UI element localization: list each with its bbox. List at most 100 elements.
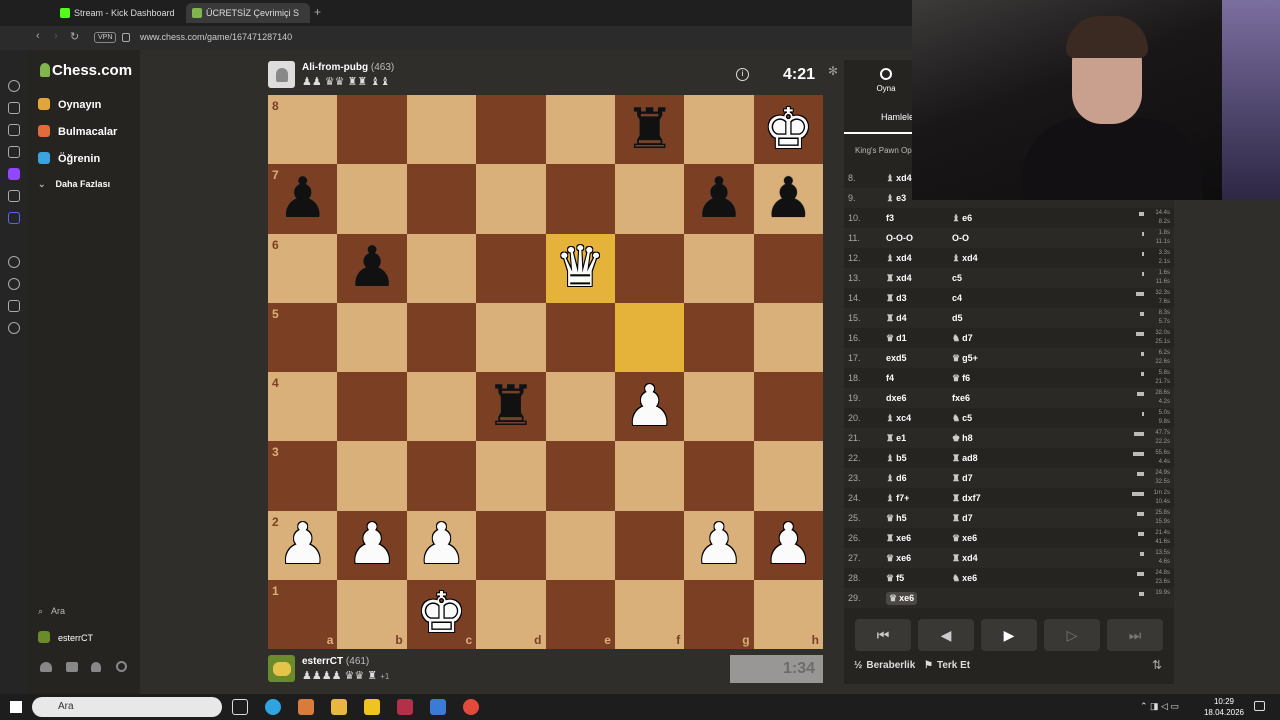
- square-a3[interactable]: 3: [268, 441, 338, 511]
- square-e7[interactable]: [545, 164, 615, 234]
- square-d5[interactable]: [476, 302, 546, 372]
- square-c2[interactable]: ♟: [406, 510, 477, 580]
- mail-icon[interactable]: [430, 699, 446, 715]
- square-a1[interactable]: 1a: [268, 579, 338, 649]
- edge-icon[interactable]: [265, 699, 281, 715]
- friends-icon[interactable]: [40, 662, 52, 672]
- url-text[interactable]: www.chess.com/game/167471287140: [140, 32, 292, 42]
- square-e1[interactable]: e: [545, 579, 615, 649]
- square-f4[interactable]: ♟: [614, 372, 685, 442]
- black-move[interactable]: fxe6: [952, 393, 970, 403]
- square-f5[interactable]: [614, 302, 685, 372]
- settings-icon[interactable]: [116, 661, 127, 672]
- square-f8[interactable]: ♜: [614, 95, 685, 165]
- first-move-button[interactable]: ⏮: [855, 619, 911, 651]
- history-icon[interactable]: [8, 80, 20, 92]
- piece-a2[interactable]: ♟: [268, 511, 337, 580]
- info-icon[interactable]: i: [736, 68, 749, 81]
- white-move[interactable]: f4: [886, 373, 894, 383]
- square-b6[interactable]: ♟: [337, 233, 407, 303]
- piece-h2[interactable]: ♟: [754, 511, 823, 580]
- black-move[interactable]: ♛ f6: [952, 373, 970, 384]
- square-h1[interactable]: h: [753, 579, 824, 649]
- discord-icon[interactable]: [8, 212, 20, 224]
- square-c3[interactable]: [406, 441, 477, 511]
- square-c5[interactable]: [406, 302, 477, 372]
- square-a8[interactable]: 8: [268, 95, 338, 165]
- sidebar-item-learn[interactable]: Öğrenin: [38, 152, 100, 165]
- chrome-icon[interactable]: [463, 699, 479, 715]
- black-move[interactable]: c5: [952, 273, 962, 283]
- square-f1[interactable]: f: [614, 579, 685, 649]
- square-e8[interactable]: [545, 95, 615, 165]
- white-move[interactable]: f3: [886, 213, 894, 223]
- piece-h8[interactable]: ♚: [754, 95, 823, 164]
- square-g3[interactable]: [684, 441, 754, 511]
- square-a2[interactable]: 2 ♟: [268, 510, 338, 580]
- square-h2[interactable]: ♟: [753, 510, 824, 580]
- black-move[interactable]: ♜ ad8: [952, 453, 978, 464]
- square-f3[interactable]: [614, 441, 685, 511]
- square-c8[interactable]: [406, 95, 477, 165]
- explorer-icon[interactable]: [331, 699, 347, 715]
- sidebar-user[interactable]: esterrCT: [38, 631, 93, 643]
- white-move[interactable]: ♝ e3: [886, 193, 906, 204]
- square-b2[interactable]: ♟: [337, 510, 407, 580]
- store-icon[interactable]: [364, 699, 380, 715]
- square-b5[interactable]: [337, 302, 407, 372]
- white-move[interactable]: ♜ e1: [886, 433, 906, 444]
- square-f2[interactable]: [614, 510, 685, 580]
- square-d8[interactable]: [476, 95, 546, 165]
- black-move[interactable]: ♛ g5+: [952, 353, 978, 364]
- tab-kick[interactable]: Stream - Kick Dashboard: [54, 3, 178, 23]
- square-f6[interactable]: [614, 233, 685, 303]
- square-g2[interactable]: ♟: [684, 510, 754, 580]
- black-move[interactable]: ♜ d7: [952, 513, 973, 524]
- tool-icon[interactable]: [8, 256, 20, 268]
- white-move[interactable]: O-O-O: [886, 233, 913, 243]
- black-move[interactable]: ♝ xd4: [952, 253, 978, 264]
- square-g6[interactable]: [684, 233, 754, 303]
- square-b1[interactable]: b: [337, 579, 407, 649]
- white-move[interactable]: dxe6: [886, 393, 907, 403]
- square-g8[interactable]: [684, 95, 754, 165]
- piece-a7[interactable]: ♟: [268, 164, 337, 233]
- chess-logo[interactable]: Chess.com: [40, 62, 132, 79]
- next-move-button[interactable]: ▶: [981, 619, 1037, 651]
- white-move[interactable]: ♝ f7+: [886, 493, 909, 504]
- square-d6[interactable]: [476, 233, 546, 303]
- square-a4[interactable]: 4: [268, 372, 338, 442]
- black-move[interactable]: ♞ xe6: [952, 573, 977, 584]
- square-e4[interactable]: [545, 372, 615, 442]
- white-move[interactable]: ♝ d6: [886, 473, 907, 484]
- piece-h7[interactable]: ♟: [754, 164, 823, 233]
- sidebar-search[interactable]: ⌕ Ara: [38, 606, 65, 617]
- piece-f4[interactable]: ♟: [615, 372, 684, 441]
- white-move[interactable]: exd5: [886, 353, 907, 363]
- white-move[interactable]: ♜ d4: [886, 313, 907, 324]
- piece-g7[interactable]: ♟: [684, 164, 753, 233]
- prev-move-button[interactable]: ◀: [918, 619, 974, 651]
- square-c7[interactable]: [406, 164, 477, 234]
- square-d2[interactable]: [476, 510, 546, 580]
- square-g7[interactable]: ♟: [684, 164, 754, 234]
- sidebar-item-puzzles[interactable]: Bulmacalar: [38, 125, 117, 138]
- mail-icon[interactable]: [66, 662, 78, 672]
- task-view-icon[interactable]: [232, 699, 248, 715]
- square-b4[interactable]: [337, 372, 407, 442]
- tool-icon[interactable]: [8, 278, 20, 290]
- square-d1[interactable]: d: [476, 579, 546, 649]
- square-e2[interactable]: [545, 510, 615, 580]
- notification-icon[interactable]: [1254, 701, 1265, 711]
- black-move[interactable]: ♜ d7: [952, 473, 973, 484]
- square-e5[interactable]: [545, 302, 615, 372]
- square-d4[interactable]: ♜: [476, 372, 546, 442]
- app-icon[interactable]: [397, 699, 413, 715]
- white-move[interactable]: ♛ xe6: [886, 553, 911, 564]
- forward-icon[interactable]: ›: [54, 30, 58, 42]
- white-move[interactable]: ♛ d1: [886, 333, 907, 344]
- x-icon[interactable]: [8, 190, 20, 202]
- chess-board[interactable]: 8 ♜ ♚ 7 ♟ ♟ ♟ 6 ♟ ♛ 5 4 ♜ ♟ 3 2 ♟ ♟ ♟ ♟ ♟ 1 a b c ♚ d e f g h: [268, 95, 824, 649]
- white-move[interactable]: ♛ h5: [886, 513, 907, 524]
- piece-b6[interactable]: ♟: [337, 234, 406, 303]
